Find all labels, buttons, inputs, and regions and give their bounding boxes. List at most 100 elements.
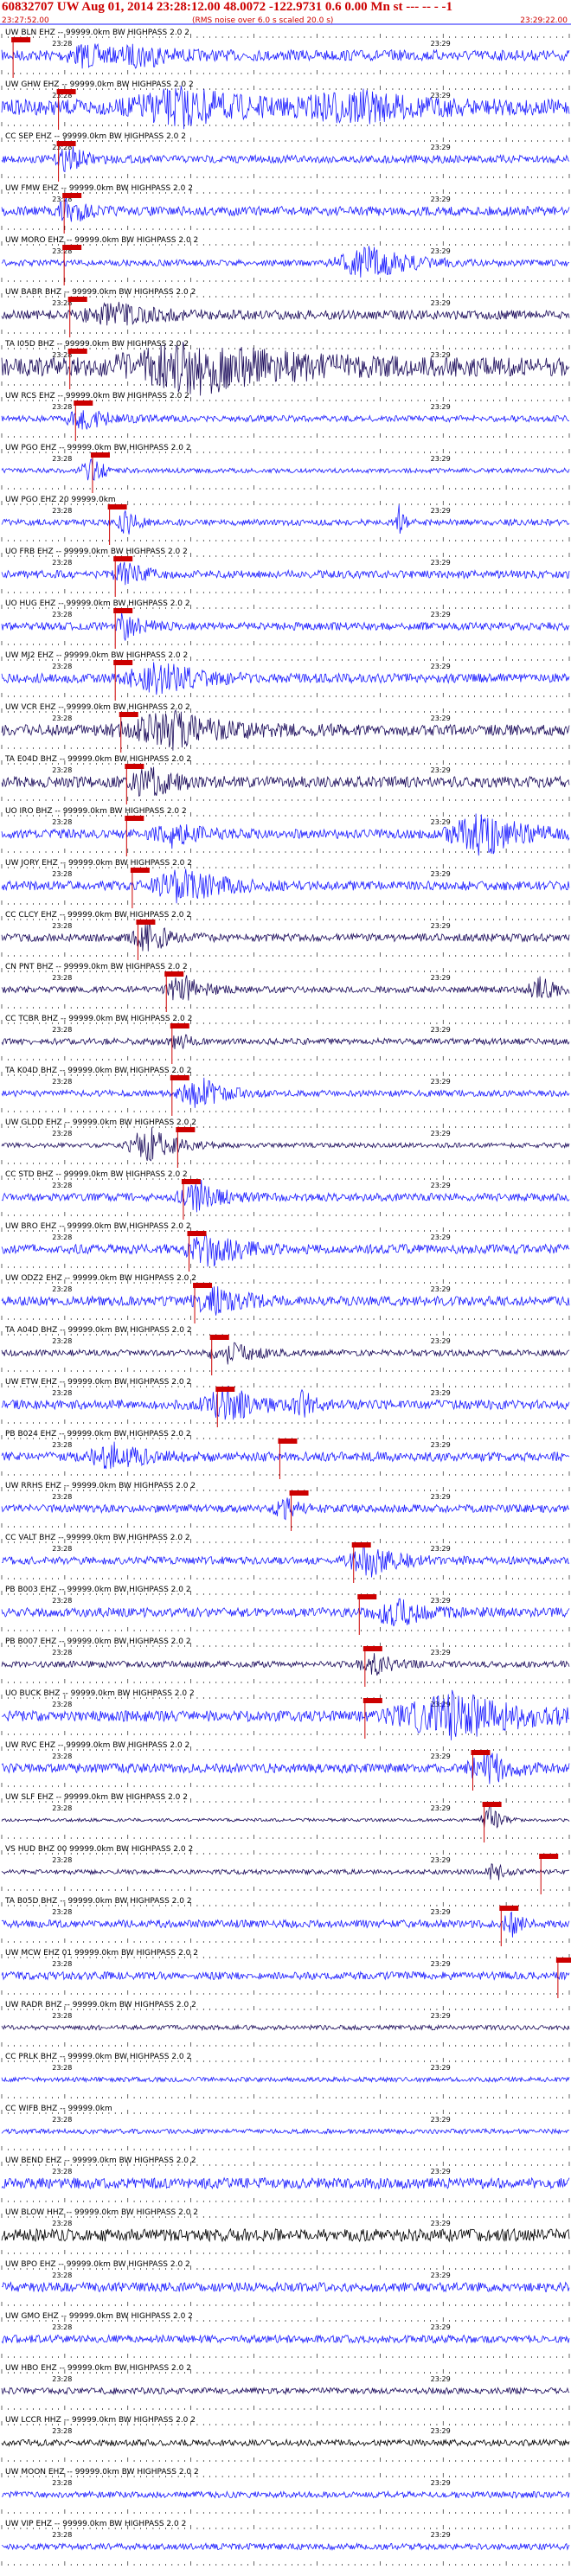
trace-label: TA E04D BHZ -- 99999.0km BW HIGHPASS 2.0… [4, 755, 191, 764]
pick-marker [11, 37, 31, 42]
trace-label: CC WIFB BHZ -- 99999.0km [5, 2105, 112, 2113]
waveform [1, 2438, 570, 2447]
time-tick-label: 23:28 [52, 1130, 72, 1137]
pick-marker [125, 764, 144, 769]
waveform [1, 1753, 570, 1785]
time-tick-label: 23:28 [52, 1545, 72, 1553]
trace-label: UW PGO EHZ -- 99999.0km BW HIGHPASS 2.0 … [5, 444, 191, 452]
time-tick-label: 23:29 [431, 1960, 451, 1968]
pick-marker [209, 1335, 229, 1340]
waveform [1, 868, 570, 904]
time-tick-label: 23:29 [431, 1856, 451, 1864]
trace-row: UW LCCR HHZ -- 99999.0km BW HIGHPASS 2.0… [1, 2416, 570, 2462]
pick-marker [170, 1075, 189, 1080]
pick-marker [113, 556, 133, 561]
time-tick-label: 23:29 [431, 611, 451, 618]
time-tick-label: 23:29 [431, 2064, 451, 2072]
time-tick-label: 23:29 [431, 455, 451, 463]
trace-label: UW BEND EHZ -- 99999.0km BW HIGHPASS 2.0… [5, 2156, 196, 2165]
trace-label: UW RCS EHZ -- 99999.0km BW HIGHPASS 2.0 … [5, 392, 189, 400]
waveform [1, 2075, 570, 2084]
trace-row: UW MCW EHZ 01 99999.0km BW HIGHPASS 2.0 … [1, 1949, 571, 1998]
trace-label: UW JORY EHZ -- 99999.0km BW HIGHPASS 2.0… [5, 859, 192, 868]
pick-marker [555, 1958, 571, 1963]
waveform [1, 1077, 570, 1108]
time-tick-label: 23:29 [431, 2479, 451, 2487]
time-tick-label: 23:29 [431, 922, 451, 930]
pick-marker [170, 1023, 189, 1028]
pick-marker [357, 1594, 377, 1599]
trace-label: PB B024 EHZ -- 99999.0km BW HIGHPASS 2.0… [5, 1430, 191, 1439]
waveform [1, 813, 570, 856]
trace-label: UW MCW EHZ 01 99999.0km BW HIGHPASS 2.0 … [5, 1949, 198, 1958]
time-tick-label: 23:29 [431, 2375, 451, 2383]
pick-marker [187, 1231, 207, 1236]
trace-row: UW BEND EHZ -- 99999.0km BW HIGHPASS 2.0… [1, 2156, 570, 2202]
time-tick-label: 23:29 [431, 974, 451, 982]
pick-marker [119, 712, 138, 717]
time-tick-label: 23:28 [52, 2375, 72, 2383]
time-tick-label: 23:28 [52, 922, 72, 930]
trace-label: PB B003 EHZ -- 99999.0km BW HIGHPASS 2.0… [5, 1586, 191, 1594]
trace-row: VS HUD BHZ 00 99999.0km BW HIGHPASS 2.0 … [1, 1845, 570, 1894]
time-tick-label: 23:28 [52, 2168, 72, 2176]
trace-label: UW BPO EHZ -- 99999.0km BW HIGHPASS 2.0 … [5, 2260, 190, 2269]
trace-row: UW VIP EHZ -- 99999.0km BW HIGHPASS 2.0 … [1, 2520, 570, 2566]
pick-marker [62, 245, 82, 250]
waveform [1, 301, 570, 326]
time-tick-label: 23:29 [431, 2323, 451, 2331]
waveform [1, 246, 570, 278]
time-tick-label: 23:29 [431, 1234, 451, 1241]
time-tick-label: 23:29 [431, 1545, 451, 1553]
waveform [1, 1342, 570, 1365]
waveform [1, 1231, 570, 1267]
trace-row: CC STD BHZ -- 99999.0km BW HIGHPASS 2.0 … [1, 1170, 570, 1220]
time-tick-label: 23:28 [52, 1234, 72, 1241]
time-tick-label: 23:29 [431, 559, 451, 567]
trace-label: CC STD BHZ -- 99999.0km BW HIGHPASS 2.0 … [5, 1170, 188, 1179]
time-tick-label: 23:28 [52, 870, 72, 878]
trace-row: PB B007 EHZ -- 99999.0km BW HIGHPASS 2.0… [1, 1637, 570, 1687]
waveform [1, 2176, 570, 2190]
waveform [1, 410, 570, 430]
time-tick-label: 23:28 [52, 974, 72, 982]
trace-row: UW VCR EHZ -- 99999.0km BW HIGHPASS 2.0 … [1, 703, 570, 753]
time-tick-label: 23:28 [52, 559, 72, 567]
time-tick-label: 23:28 [52, 1856, 72, 1864]
trace-label: UW SLF EHZ -- 99999.0km BW HIGHPASS 2.0 … [5, 1793, 188, 1802]
trace-row: UW MJ2 EHZ -- 99999.0km BW HIGHPASS 2.0 … [1, 651, 570, 701]
trace-row: UW GMO EHZ -- 99999.0km BW HIGHPASS 2.0 … [1, 2312, 570, 2358]
waveform [1, 2127, 569, 2136]
time-tick-label: 23:29 [431, 818, 451, 826]
waveform [1, 1911, 570, 1938]
trace-label: UW HBO EHZ -- 99999.0km BW HIGHPASS 2.0 … [5, 2364, 191, 2373]
trace-label: VS HUD BHZ 00 99999.0km BW HIGHPASS 2.0 … [5, 1845, 193, 1854]
time-tick-label: 23:29 [431, 714, 451, 722]
trace-label: TA A04D BHZ -- 99999.0km BW HIGHPASS 2.0… [4, 1326, 192, 1335]
waveform [1, 146, 570, 173]
trace-row: UW ODZ2 EHZ -- 99999.0km BW HIGHPASS 2.0… [1, 1274, 570, 1323]
time-tick-label: 23:28 [52, 2064, 72, 2072]
trace-row: UW HBO EHZ -- 99999.0km BW HIGHPASS 2.0 … [1, 2364, 570, 2410]
waveform [1, 1653, 570, 1676]
pick-marker [125, 816, 144, 821]
trace-label: UW MORO EHZ -- 99999.0km BW HIGHPASS 2.0… [5, 236, 198, 245]
trace-row: UW GHW EHZ -- 99999.0km BW HIGHPASS 2.0 … [1, 80, 570, 130]
time-tick-label: 23:29 [431, 870, 451, 878]
pick-marker [136, 920, 156, 925]
time-tick-label: 23:29 [431, 1026, 451, 1034]
trace-label: UW GHW EHZ -- 99999.0km BW HIGHPASS 2.0 … [5, 80, 194, 89]
waveform [1, 1286, 570, 1316]
trace-label: UW ETW EHZ -- 99999.0km BW HIGHPASS 2.0 … [5, 1378, 191, 1387]
trace-label: PB B007 EHZ -- 99999.0km BW HIGHPASS 2.0… [5, 1637, 191, 1646]
pick-marker [471, 1750, 491, 1755]
pick-marker [67, 297, 87, 302]
waveform [2, 1546, 570, 1578]
waveform [1, 86, 570, 130]
trace-row: UW BABR BHZ -- 99999.0km BW HIGHPASS 2.0… [1, 288, 570, 337]
trace-label: UW MJ2 EHZ -- 99999.0km BW HIGHPASS 2.0 … [5, 651, 188, 660]
time-tick-label: 23:28 [52, 2479, 72, 2487]
waveform [1, 2489, 570, 2499]
trace-row: UW RCS EHZ -- 99999.0km BW HIGHPASS 2.0 … [1, 392, 570, 441]
trace-label: UW VCR EHZ -- 99999.0km BW HIGHPASS 2.0 … [5, 703, 190, 712]
